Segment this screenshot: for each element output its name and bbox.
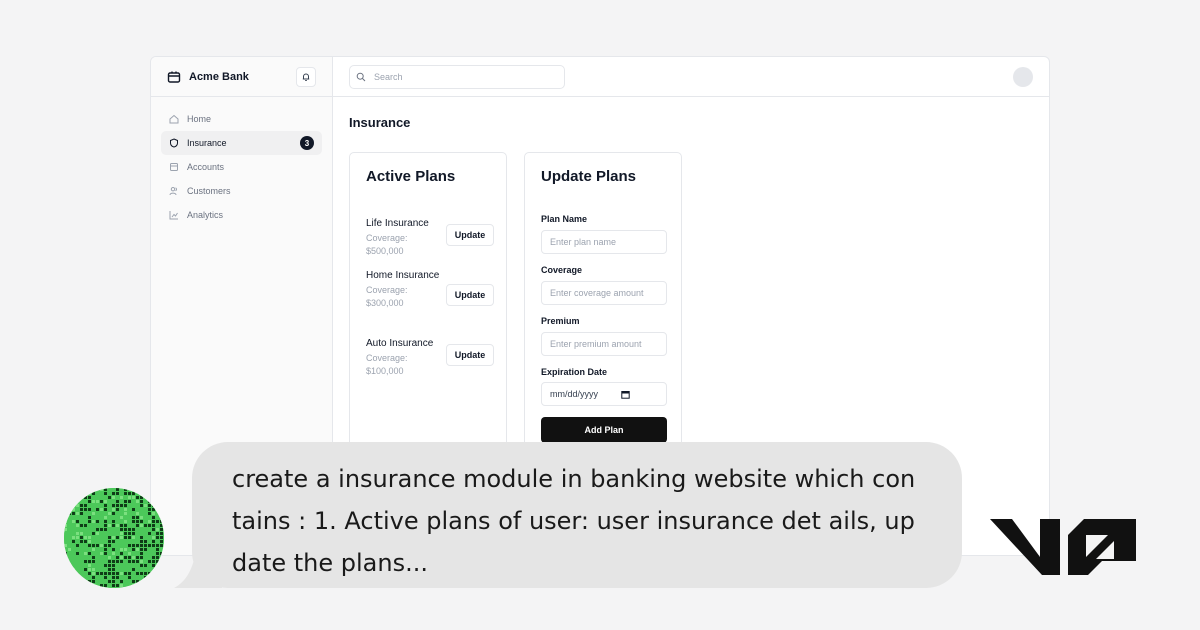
brand-name[interactable]: Acme Bank: [189, 71, 249, 83]
insurance-count-badge: 3: [300, 136, 314, 150]
plan-coverage: Coverage: $500,000: [366, 233, 408, 256]
chat-message-bubble: create a insurance module in banking web…: [192, 442, 962, 588]
sidebar-item-customers[interactable]: Customers: [161, 179, 322, 203]
update-plans-title: Update Plans: [541, 168, 637, 185]
update-home-plan-button[interactable]: Update: [446, 284, 494, 306]
sidebar-item-label: Insurance: [187, 138, 227, 148]
sidebar-item-label: Analytics: [187, 210, 224, 220]
search-icon: [356, 72, 366, 82]
user-avatar[interactable]: [1013, 67, 1033, 87]
user-avatar-pixel: [64, 488, 164, 588]
bank-icon: [167, 70, 181, 84]
plan-name-field[interactable]: [541, 230, 667, 254]
sidebar-header: Acme Bank: [151, 57, 332, 97]
notifications-button[interactable]: [296, 67, 316, 87]
sidebar-item-label: Customers: [187, 186, 231, 196]
topbar: [333, 57, 1049, 97]
coverage-field[interactable]: [541, 281, 667, 305]
plan-name-label: Plan Name: [541, 214, 588, 224]
plan-name: Auto Insurance: [366, 338, 434, 349]
bell-icon: [301, 72, 311, 82]
page-title: Insurance: [349, 115, 411, 130]
update-plans-card: Update Plans Plan Name Coverage Premium …: [524, 152, 682, 472]
v0-logo: [990, 519, 1136, 575]
search-input[interactable]: [372, 71, 556, 83]
sidebar-item-label: Accounts: [187, 162, 225, 172]
premium-field[interactable]: [541, 332, 667, 356]
coverage-label: Coverage: [541, 265, 583, 275]
sidebar-item-accounts[interactable]: Accounts: [161, 155, 322, 179]
add-plan-button[interactable]: Add Plan: [541, 417, 667, 443]
sidebar-item-home[interactable]: Home: [161, 107, 322, 131]
shield-icon: [169, 138, 179, 148]
sidebar-item-label: Home: [187, 114, 212, 124]
update-life-plan-button[interactable]: Update: [446, 224, 494, 246]
sidebar-nav: Home Insurance 3 Accounts Customers Anal…: [151, 97, 332, 237]
plan-coverage: Coverage: $300,000: [366, 285, 408, 308]
chart-icon: [169, 210, 179, 220]
expiration-date-label: Expiration Date: [541, 367, 608, 377]
chat-message-text: create a insurance module in banking web…: [232, 465, 916, 577]
plan-name: Home Insurance: [366, 270, 440, 281]
sidebar-item-analytics[interactable]: Analytics: [161, 203, 322, 227]
home-icon: [169, 114, 179, 124]
users-icon: [169, 186, 179, 196]
calendar-icon[interactable]: [621, 390, 630, 399]
plan-name: Life Insurance: [366, 218, 429, 229]
plan-coverage: Coverage: $100,000: [366, 353, 408, 376]
plan-item-life: Life Insurance Coverage: $500,000 Update: [366, 216, 494, 258]
premium-label: Premium: [541, 316, 580, 326]
plan-item-auto: Auto Insurance Coverage: $100,000 Update: [366, 336, 494, 378]
date-placeholder: mm/dd/yyyy: [550, 389, 599, 399]
plan-item-home: Home Insurance Coverage: $300,000 Update: [366, 268, 494, 310]
active-plans-card: Active Plans Life Insurance Coverage: $5…: [349, 152, 507, 472]
expiration-date-field[interactable]: mm/dd/yyyy: [541, 382, 667, 406]
accounts-icon: [169, 162, 179, 172]
sidebar-item-insurance[interactable]: Insurance 3: [161, 131, 322, 155]
search-box[interactable]: [349, 65, 565, 89]
update-auto-plan-button[interactable]: Update: [446, 344, 494, 366]
active-plans-title: Active Plans: [366, 168, 456, 185]
